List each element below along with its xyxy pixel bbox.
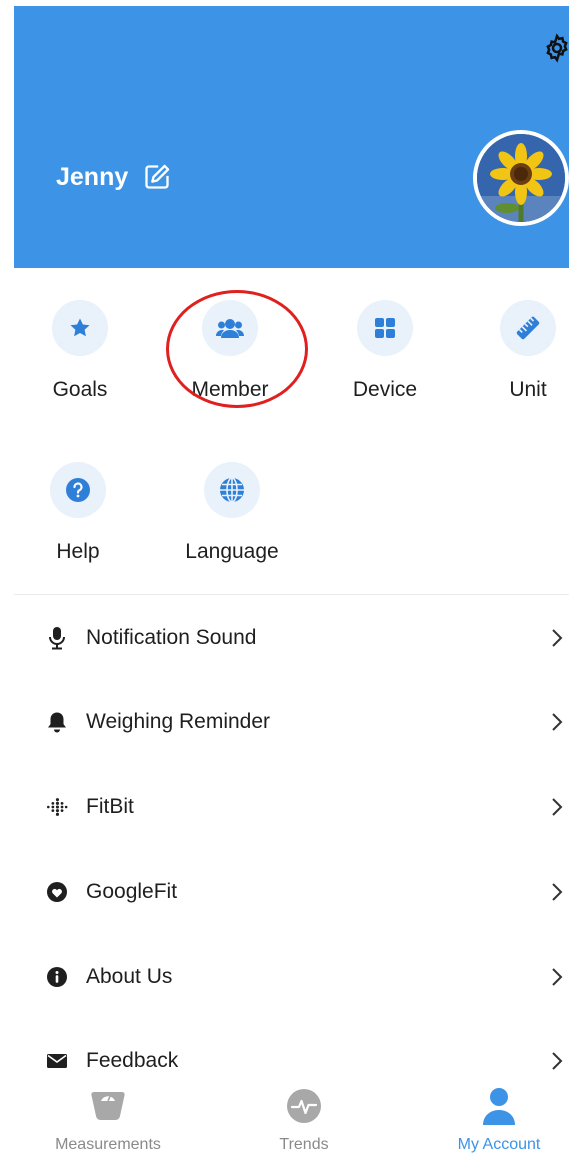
help-icon-circle [50, 462, 106, 518]
info-icon [46, 966, 68, 988]
edit-icon [145, 164, 170, 189]
grid-item-unit[interactable]: Unit [468, 300, 569, 402]
nav-label: My Account [457, 1136, 541, 1153]
question-icon [66, 478, 90, 502]
star-icon [70, 318, 90, 337]
bottom-nav: Measurements Trends My Account [0, 1080, 569, 1155]
list-label: GoogleFit [86, 880, 178, 903]
scale-icon [88, 1086, 128, 1126]
grid-label: Member [191, 378, 269, 401]
avatar[interactable] [473, 130, 569, 226]
microphone-icon [46, 627, 68, 650]
list-label: About Us [86, 965, 173, 988]
settings-button[interactable] [539, 30, 569, 66]
gear-icon [546, 33, 568, 63]
divider [14, 594, 569, 595]
member-icon-circle [202, 300, 258, 356]
ruler-icon [516, 316, 540, 340]
chevron-right-icon [549, 626, 565, 650]
goals-icon-circle [52, 300, 108, 356]
grid-label: Unit [509, 378, 547, 401]
envelope-icon [46, 1050, 68, 1072]
nav-label: Trends [279, 1136, 329, 1153]
nav-item-measurements[interactable]: Measurements [28, 1080, 188, 1155]
grid-label: Device [352, 378, 418, 401]
grid-item-member[interactable]: Member [170, 300, 290, 402]
chevron-right-icon [549, 880, 565, 904]
user-name: Jenny [56, 162, 129, 191]
nav-item-trends[interactable]: Trends [224, 1080, 384, 1155]
chevron-right-icon [549, 965, 565, 989]
grid-label: Goals [52, 378, 108, 401]
chevron-right-icon [549, 710, 565, 734]
fitbit-icon [46, 796, 68, 818]
grid-item-goals[interactable]: Goals [20, 300, 140, 402]
list-label: Notification Sound [86, 626, 257, 649]
list-item-about-us[interactable]: About Us [14, 947, 569, 1007]
list-item-weighing-reminder[interactable]: Weighing Reminder [14, 692, 569, 752]
grid-item-device[interactable]: Device [325, 300, 445, 402]
list-item-notification-sound[interactable]: Notification Sound [14, 608, 569, 668]
chevron-right-icon [549, 1049, 565, 1073]
list-item-fitbit[interactable]: FitBit [14, 777, 569, 837]
nav-label: Measurements [55, 1136, 161, 1153]
bell-icon [46, 711, 68, 733]
language-icon-circle [204, 462, 260, 518]
grid-item-help[interactable]: Help [18, 462, 138, 564]
list-label: Feedback [86, 1049, 179, 1072]
list-label: Weighing Reminder [86, 710, 271, 733]
globe-icon [220, 477, 244, 503]
person-icon [479, 1086, 519, 1126]
chevron-right-icon [549, 795, 565, 819]
device-icon-circle [357, 300, 413, 356]
grid-icon [375, 318, 395, 338]
user-row: Jenny [56, 162, 172, 192]
pulse-icon [284, 1086, 324, 1126]
list-label: FitBit [86, 795, 134, 818]
googlefit-icon [46, 881, 68, 903]
grid-label: Language [185, 540, 279, 563]
sunflower-avatar [477, 134, 565, 222]
grid-item-language[interactable]: Language [172, 462, 292, 564]
nav-item-my-account[interactable]: My Account [419, 1080, 569, 1155]
members-icon [216, 319, 244, 338]
grid-label: Help [56, 540, 100, 563]
list-item-googlefit[interactable]: GoogleFit [14, 862, 569, 922]
profile-header: Jenny [14, 6, 569, 268]
edit-name-button[interactable] [142, 162, 172, 192]
unit-icon-circle [500, 300, 556, 356]
